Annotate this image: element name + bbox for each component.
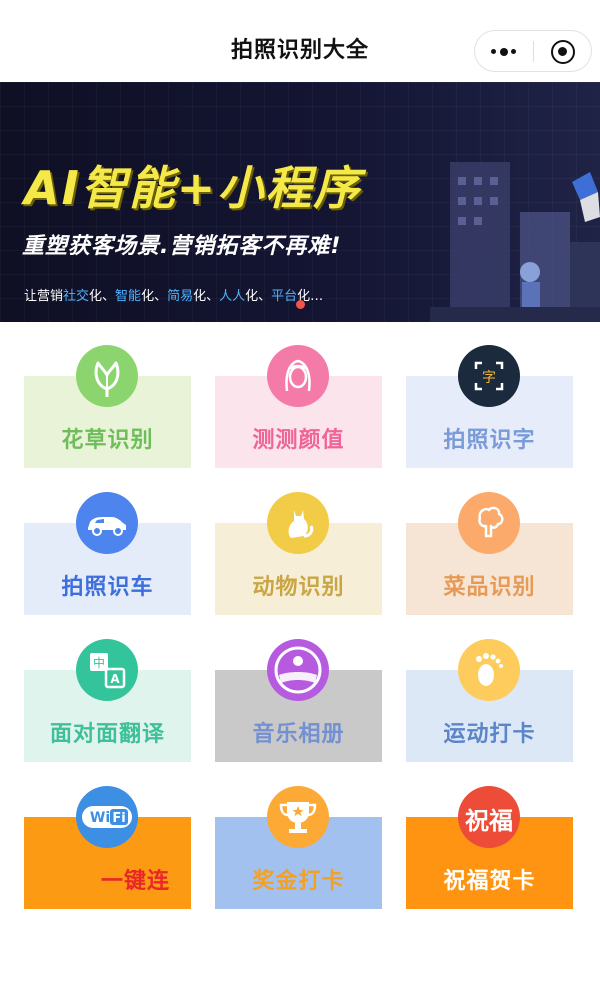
tagline-highlight: 智能 bbox=[115, 289, 142, 304]
feature-tile-wifi[interactable]: 一键连 Wi Fi bbox=[24, 786, 191, 909]
capsule-divider bbox=[533, 41, 534, 62]
trophy-icon bbox=[267, 786, 329, 848]
tagline-highlight: 社交 bbox=[63, 289, 90, 304]
tagline-text: 化、 bbox=[89, 289, 116, 304]
tile-label: 一键连 bbox=[100, 869, 170, 894]
feature-tile-flower[interactable]: 花草识别 bbox=[24, 345, 191, 468]
tile-label: 拍照识车 bbox=[61, 575, 154, 600]
svg-text:中: 中 bbox=[93, 655, 105, 670]
svg-text:Fi: Fi bbox=[112, 811, 125, 826]
mini-program-capsule bbox=[474, 30, 592, 72]
feature-tile-greeting[interactable]: 祝福贺卡 祝福 bbox=[406, 786, 573, 909]
banner-headline: AI智能+小程序 bbox=[24, 161, 362, 215]
tile-label: 动物识别 bbox=[252, 575, 345, 600]
feature-tile-car[interactable]: 拍照识车 bbox=[24, 492, 191, 615]
tile-label: 菜品识别 bbox=[443, 575, 536, 600]
footprint-icon bbox=[458, 639, 520, 701]
more-icon[interactable] bbox=[491, 48, 517, 56]
music-album-icon bbox=[267, 639, 329, 701]
city-illustration-icon bbox=[430, 162, 600, 322]
svg-text:A: A bbox=[110, 672, 120, 686]
feature-tile-music-album[interactable]: 音乐相册 bbox=[215, 639, 382, 762]
tile-label: 面对面翻译 bbox=[49, 722, 165, 747]
greeting-icon: 祝福 bbox=[458, 786, 520, 848]
tagline-highlight: 简易 bbox=[167, 289, 194, 304]
face-icon bbox=[267, 345, 329, 407]
tagline-text: 让营销 bbox=[24, 289, 64, 304]
scan-text-icon: 字 bbox=[458, 345, 520, 407]
carousel-indicator[interactable] bbox=[296, 300, 305, 309]
cat-icon bbox=[267, 492, 329, 554]
banner-tagline: 让营销社交化、智能化、简易化、人人化、平台化… bbox=[24, 285, 323, 304]
tagline-highlight: 平台 bbox=[271, 289, 298, 304]
broccoli-icon bbox=[458, 492, 520, 554]
tile-label: 测测颜值 bbox=[252, 428, 345, 453]
feature-tile-cat[interactable]: 动物识别 bbox=[215, 492, 382, 615]
feature-tile-translate[interactable]: 面对面翻译 中 A bbox=[24, 639, 191, 762]
tile-label: 拍照识字 bbox=[443, 428, 536, 453]
feature-tile-footprint[interactable]: 运动打卡 bbox=[406, 639, 573, 762]
feature-tile-face[interactable]: 测测颜值 bbox=[215, 345, 382, 468]
svg-text:字: 字 bbox=[482, 370, 496, 386]
car-icon bbox=[76, 492, 138, 554]
feature-tile-scan-text[interactable]: 拍照识字字 bbox=[406, 345, 573, 468]
banner-subheadline: 重塑获客场景.营销拓客不再难! bbox=[22, 234, 342, 259]
tagline-highlight: 人人 bbox=[219, 289, 246, 304]
tile-label: 音乐相册 bbox=[252, 722, 345, 747]
tile-label: 运动打卡 bbox=[443, 722, 536, 747]
tagline-text: 化、 bbox=[193, 289, 220, 304]
tile-label: 祝福贺卡 bbox=[443, 869, 536, 894]
top-bar: 拍照识别大全 bbox=[0, 0, 600, 82]
feature-tile-trophy[interactable]: 奖金打卡 bbox=[215, 786, 382, 909]
tagline-text: 化、 bbox=[141, 289, 168, 304]
tile-label: 奖金打卡 bbox=[252, 869, 345, 894]
greeting-icon-text: 祝福 bbox=[465, 807, 513, 835]
flower-icon bbox=[76, 345, 138, 407]
translate-icon: 中A bbox=[76, 639, 138, 701]
tagline-text: 化、 bbox=[245, 289, 272, 304]
wifi-icon: Wi Fi bbox=[76, 786, 138, 848]
promo-banner[interactable]: AI智能+小程序 重塑获客场景.营销拓客不再难! 让营销社交化、智能化、简易化、… bbox=[0, 82, 600, 322]
svg-text:Wi: Wi bbox=[90, 810, 110, 826]
feature-tile-broccoli[interactable]: 菜品识别 bbox=[406, 492, 573, 615]
tile-label: 花草识别 bbox=[61, 428, 154, 453]
close-target-icon[interactable] bbox=[551, 40, 575, 64]
